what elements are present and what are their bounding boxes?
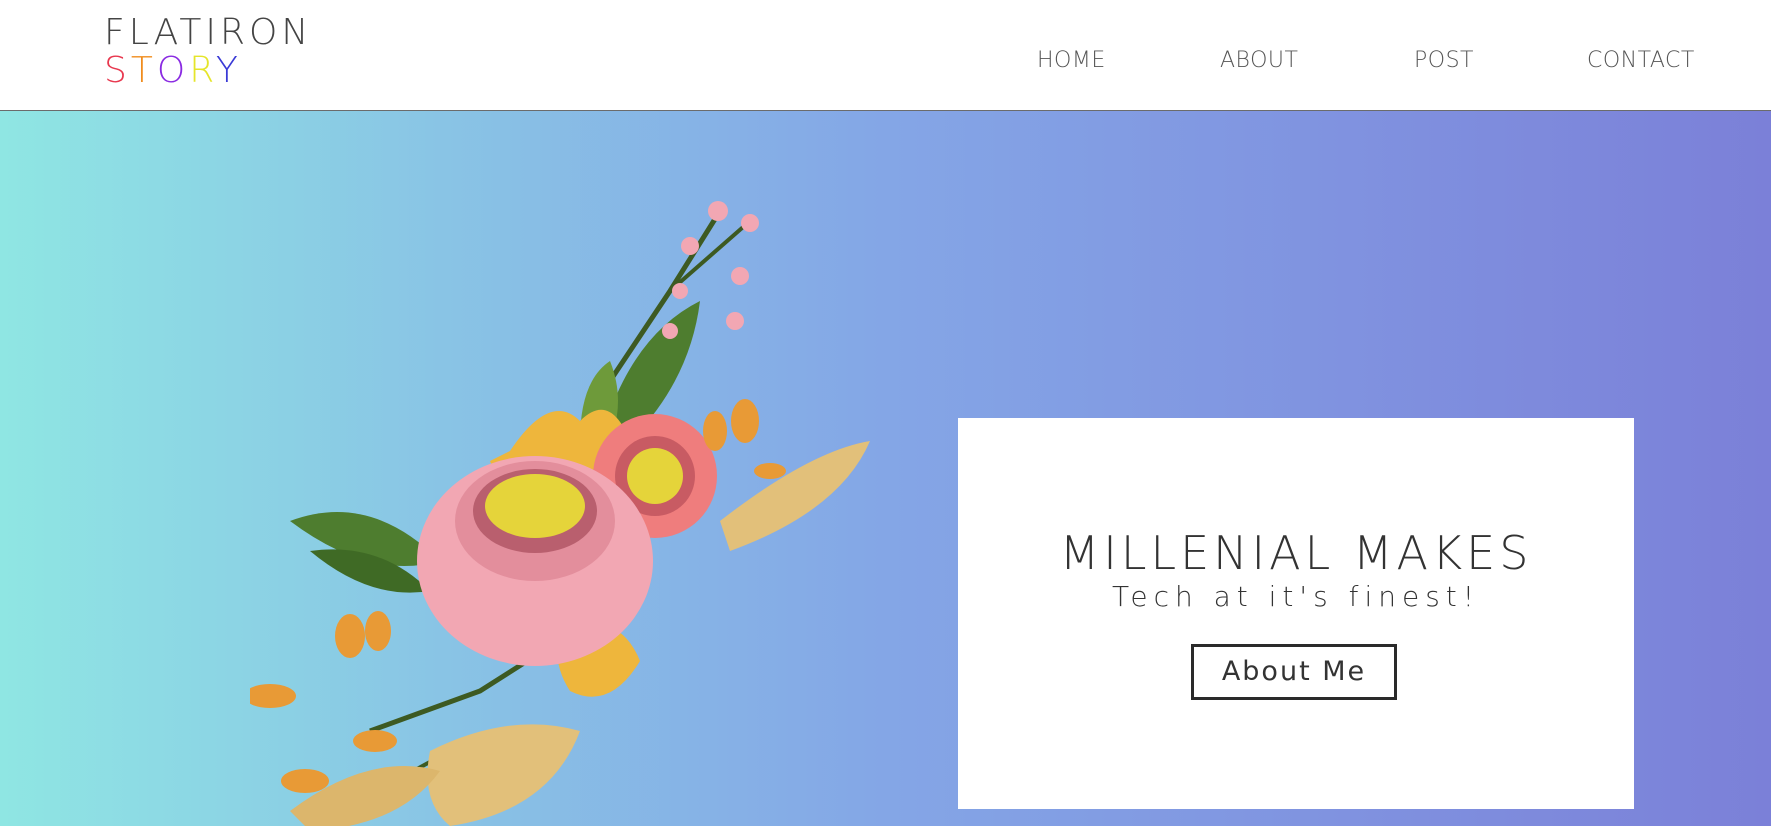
nav-about[interactable]: ABOUT	[1220, 48, 1298, 73]
logo-letter: S	[104, 50, 131, 91]
hero-title: MILLENIAL MAKES	[1059, 526, 1533, 580]
hero-subtitle: Tech at it's finest!	[1112, 580, 1480, 613]
hero-card: MILLENIAL MAKES Tech at it's finest! Abo…	[958, 418, 1634, 809]
logo-letter: T	[130, 50, 157, 91]
logo-line-1: FLATIRON	[104, 12, 313, 53]
site-header: FLATIRON STORY HOME ABOUT POST CONTACT	[0, 0, 1771, 111]
logo-letter: O	[156, 50, 190, 91]
site-logo[interactable]: FLATIRON STORY	[104, 14, 312, 90]
nav-home[interactable]: HOME	[1037, 48, 1106, 73]
hero-section: MILLENIAL MAKES Tech at it's finest! Abo…	[0, 111, 1771, 826]
about-me-button[interactable]: About Me	[1191, 644, 1397, 700]
logo-line-2: STORY	[104, 52, 312, 90]
flower-bouquet-illustration	[250, 201, 870, 826]
nav-post[interactable]: POST	[1414, 48, 1474, 73]
logo-letter: R	[189, 50, 216, 91]
nav-contact[interactable]: CONTACT	[1587, 48, 1695, 73]
logo-letter: Y	[215, 50, 242, 91]
